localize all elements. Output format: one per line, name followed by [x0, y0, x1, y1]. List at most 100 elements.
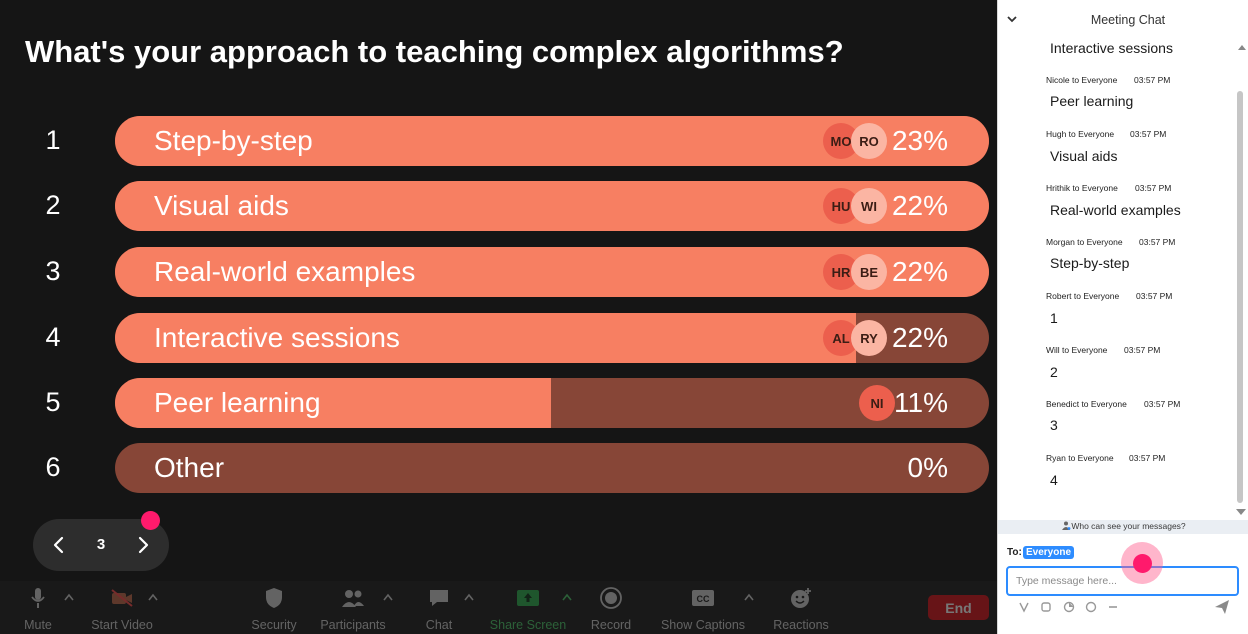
option-label: Interactive sessions	[154, 322, 400, 353]
caret-up-icon[interactable]	[382, 593, 394, 601]
screenshot-icon[interactable]	[1040, 601, 1052, 613]
participants-icon	[342, 590, 364, 607]
mute-button[interactable]: Mute	[18, 586, 58, 632]
scroll-up-icon[interactable]	[1238, 44, 1246, 51]
page-number: 3	[96, 536, 106, 553]
message-visibility-bar[interactable]: Who can see your messages?	[998, 520, 1248, 534]
caret-up-icon[interactable]	[561, 593, 573, 601]
chat-scrollbar-thumb[interactable]	[1237, 91, 1243, 503]
record-button[interactable]: Record	[588, 586, 634, 632]
chat-button[interactable]: Chat	[420, 586, 458, 632]
option-bar: Peer learning NI 11%	[115, 378, 989, 428]
chat-header: Meeting Chat	[998, 0, 1248, 38]
message-sender: Nicole to Everyone	[1046, 75, 1118, 85]
previous-page-button[interactable]	[45, 531, 73, 559]
message-time: 03:57 PM	[1139, 237, 1176, 247]
voter-avatar: RO	[851, 123, 887, 159]
start-video-label: Start Video	[91, 618, 153, 632]
caret-up-icon[interactable]	[147, 593, 159, 601]
chat-message-meta: Hugh to Everyone 03:57 PM	[1046, 129, 1166, 139]
captions-icon: CC	[692, 590, 714, 606]
cursor-dot	[1133, 554, 1152, 573]
microphone-icon	[31, 588, 45, 608]
scroll-down-icon[interactable]	[1236, 508, 1246, 516]
message-time: 03:57 PM	[1130, 129, 1167, 139]
share-screen-label: Share Screen	[489, 618, 567, 632]
option-bar: Real-world examples HR BE 22%	[115, 247, 989, 297]
chat-panel: Meeting Chat Interactive sessions Nicole…	[997, 0, 1248, 634]
who-can-see-text: Who can see your messages?	[1071, 521, 1186, 531]
show-captions-button[interactable]: CC Show Captions	[656, 586, 750, 632]
poll-option-row: 3 Real-world examples HR BE 22%	[0, 247, 997, 297]
caret-up-icon[interactable]	[743, 593, 755, 601]
recipient-dropdown[interactable]: Everyone	[1023, 546, 1075, 559]
voter-avatar: WI	[851, 188, 887, 224]
format-icon[interactable]	[1018, 601, 1030, 613]
chat-message-meta: Robert to Everyone 03:57 PM	[1046, 291, 1172, 301]
chevron-left-icon	[53, 536, 64, 554]
option-number: 6	[45, 452, 61, 482]
option-percent: 22%	[891, 322, 948, 353]
shield-icon	[266, 588, 282, 608]
send-icon[interactable]	[1214, 599, 1230, 615]
chat-bubble-icon	[430, 590, 448, 606]
message-sender: Hrithik to Everyone	[1046, 183, 1118, 193]
caret-up-icon[interactable]	[63, 593, 75, 601]
chat-message-text: 2	[1050, 364, 1058, 380]
option-number: 4	[45, 322, 61, 352]
end-meeting-button[interactable]: End	[928, 595, 989, 620]
emoji-icon[interactable]	[1085, 601, 1097, 613]
message-time: 03:57 PM	[1136, 291, 1173, 301]
message-sender: Will to Everyone	[1046, 345, 1108, 355]
option-number: 1	[45, 125, 61, 155]
option-percent: 11%	[894, 387, 948, 418]
security-label: Security	[251, 618, 297, 632]
chat-message-meta: Benedict to Everyone 03:57 PM	[1046, 399, 1180, 409]
voter-avatar: NI	[859, 385, 895, 421]
security-button[interactable]: Security	[246, 586, 302, 632]
chat-message-text: 4	[1050, 472, 1058, 488]
option-label: Other	[154, 452, 225, 483]
chat-message-meta: Will to Everyone 03:57 PM	[1046, 345, 1160, 355]
reactions-button[interactable]: Reactions	[770, 586, 832, 632]
chevron-right-icon	[138, 536, 149, 554]
chat-message-meta: Ryan to Everyone 03:57 PM	[1046, 453, 1165, 463]
chat-message-text: 3	[1050, 417, 1058, 433]
chat-message-list[interactable]: Interactive sessions Nicole to Everyone 0…	[998, 38, 1235, 520]
shared-screen: What's your approach to teaching complex…	[0, 0, 997, 634]
voter-avatar: BE	[851, 254, 887, 290]
share-screen-icon	[517, 590, 539, 606]
option-percent: 0%	[907, 452, 948, 483]
message-sender: Benedict to Everyone	[1046, 399, 1127, 409]
option-percent: 22%	[891, 190, 948, 221]
participants-button[interactable]: Participants	[313, 586, 393, 632]
chat-message-text: Visual aids	[1050, 148, 1118, 164]
option-bar: Visual aids HU WI 22%	[115, 181, 989, 231]
message-sender: Hugh to Everyone	[1046, 129, 1115, 139]
record-icon	[600, 587, 622, 609]
poll-option-row: 4 Interactive sessions AL RY 22%	[0, 313, 997, 363]
next-page-button[interactable]	[129, 531, 157, 559]
who-can-see-link[interactable]: Who can see your messages?	[998, 521, 1248, 531]
smiley-plus-icon	[791, 588, 811, 608]
option-percent: 23%	[891, 125, 948, 156]
record-label: Record	[590, 618, 632, 632]
option-number: 3	[45, 256, 61, 286]
chat-message-meta: Hrithik to Everyone 03:57 PM	[1046, 183, 1171, 193]
share-screen-button[interactable]: Share Screen	[486, 586, 570, 632]
chat-label: Chat	[425, 618, 453, 632]
chat-message-text: Real-world examples	[1050, 202, 1181, 218]
option-bar: Interactive sessions AL RY 22%	[115, 313, 989, 363]
caret-up-icon[interactable]	[463, 593, 475, 601]
more-icon[interactable]	[1107, 601, 1119, 613]
person-icon	[1062, 521, 1071, 530]
message-time: 03:57 PM	[1135, 183, 1172, 193]
meeting-toolbar: Mute Start Video Security Participants C…	[0, 581, 997, 634]
poll-title: What's your approach to teaching complex…	[25, 34, 844, 69]
option-label: Real-world examples	[154, 256, 416, 287]
chat-message-meta: Nicole to Everyone 03:57 PM	[1046, 75, 1170, 85]
video-off-icon	[111, 589, 133, 607]
message-time: 03:57 PM	[1129, 453, 1166, 463]
file-icon[interactable]	[1063, 601, 1075, 613]
poll-option-row: 5 Peer learning NI 11%	[0, 378, 997, 428]
